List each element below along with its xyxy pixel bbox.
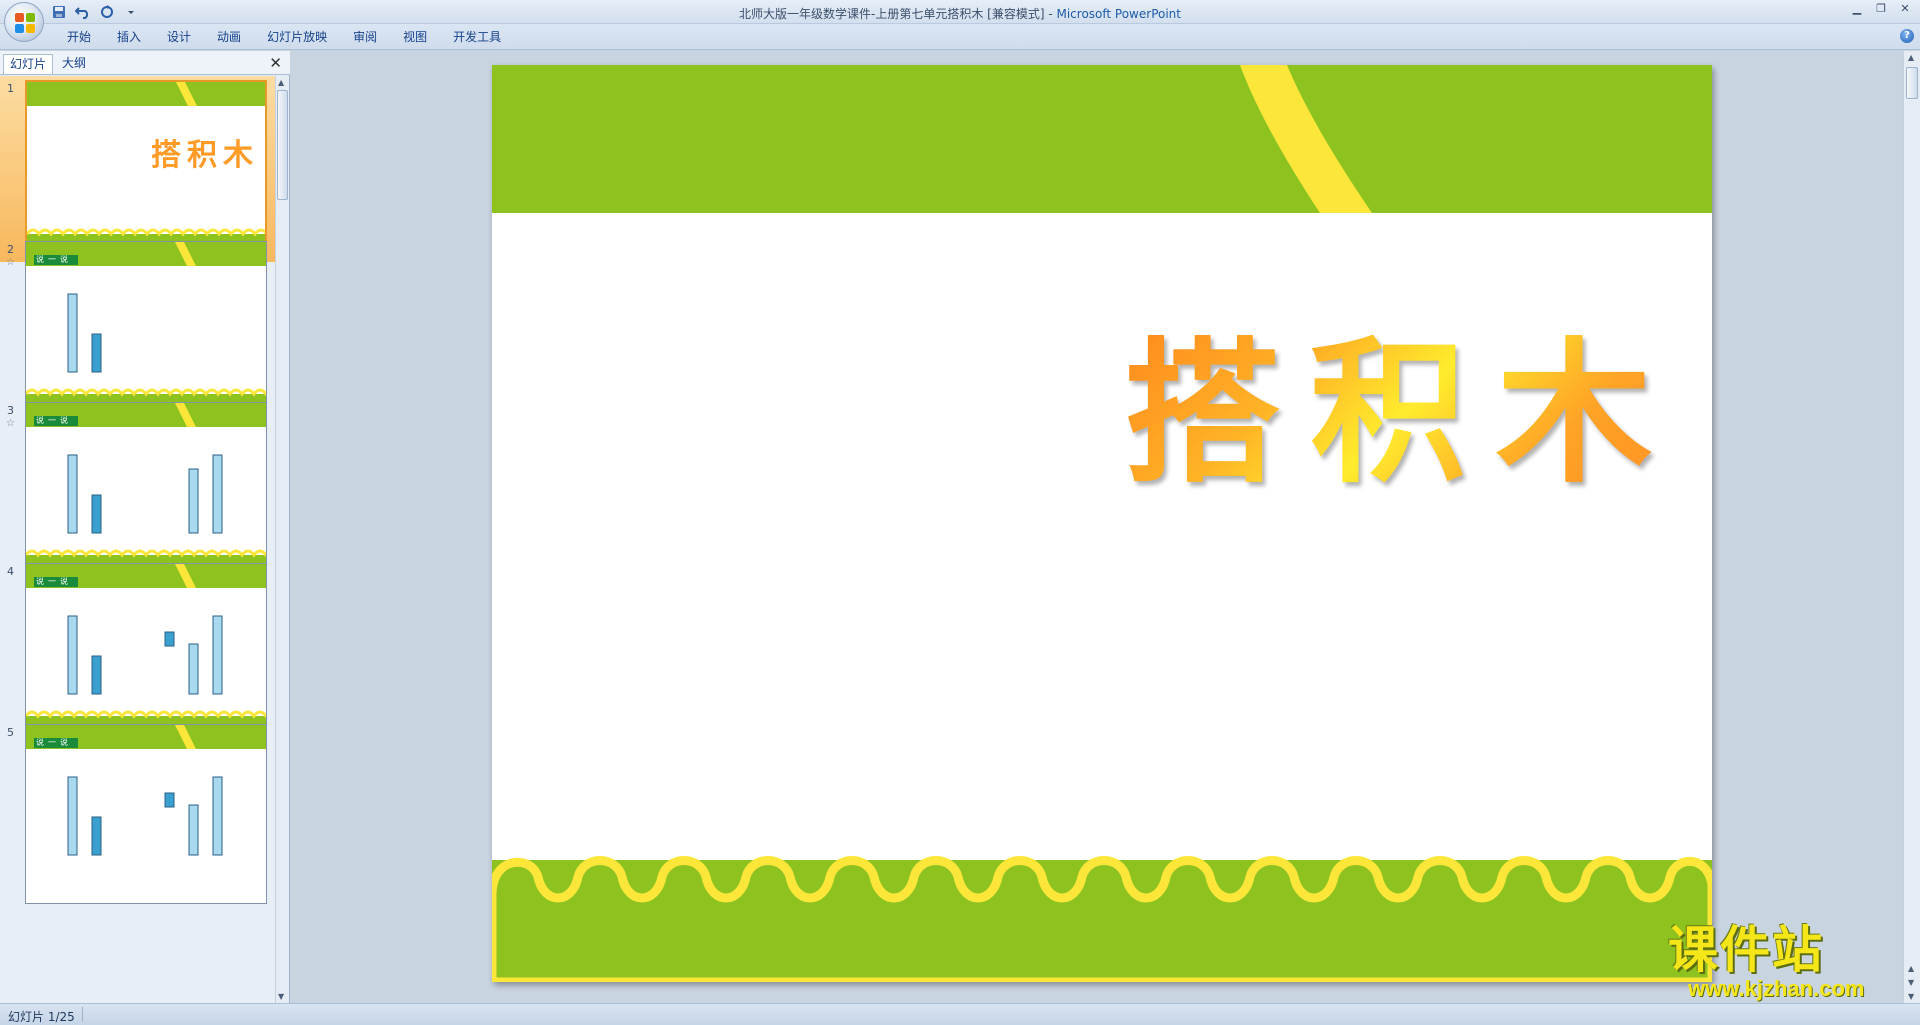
scroll-down-icon[interactable]: ▼: [278, 992, 284, 1001]
slide-thumbnail-1[interactable]: 1 搭积木: [0, 76, 276, 262]
thumbnail-preview: 说一说: [25, 241, 267, 421]
pane-tabs: 幻灯片 大纲 ✕: [0, 51, 290, 75]
thumbnail-number: 3: [7, 404, 14, 417]
thumbnail-number: 4: [7, 565, 14, 578]
watermark-logo: 课件站 www.kjzhan.com: [1668, 922, 1904, 1002]
thumbnail-preview: 说一说: [25, 724, 267, 904]
tab-animations[interactable]: 动画: [204, 29, 254, 45]
ribbon-tabs: 开始 插入 设计 动画 幻灯片放映 审阅 视图 开发工具 ?: [0, 24, 1920, 50]
thumbnail-number: 1: [7, 82, 14, 95]
scroll-up-icon[interactable]: ▲: [278, 78, 284, 87]
office-button[interactable]: [4, 2, 44, 42]
office-logo-icon: [15, 13, 35, 33]
thumbnail-list: 1 搭积木 2 ☆ 说一说 3 ☆ 说一说 4 说一说 5 说一说: [0, 76, 276, 1003]
slide-background: [492, 65, 1712, 982]
current-slide[interactable]: 搭积木: [492, 65, 1712, 982]
editor-scrollbar[interactable]: ▲ ▲ ▼ ▼: [1903, 51, 1920, 1003]
thumbnail-preview: 说一说: [25, 402, 267, 582]
slide-thumbnail-3[interactable]: 3 ☆ 说一说: [0, 398, 276, 584]
thumbnail-number: 2: [7, 243, 14, 256]
next-slide-icon[interactable]: ▼: [1908, 978, 1914, 987]
tab-home[interactable]: 开始: [54, 29, 104, 45]
help-icon[interactable]: ?: [1900, 29, 1914, 43]
animation-star-icon: ☆: [6, 418, 15, 429]
tab-slides[interactable]: 幻灯片: [3, 54, 54, 74]
thumbnail-preview: 搭积木: [25, 80, 267, 260]
slides-pane: 幻灯片 大纲 ✕ 1 搭积木 2 ☆ 说一说 3 ☆ 说一说 4 说一说 5 说…: [0, 51, 290, 1003]
thumbnail-number: 5: [7, 726, 14, 739]
thumbnail-label: 说一说: [36, 738, 72, 747]
slide-thumbnail-5[interactable]: 5 说一说: [0, 720, 276, 906]
window-controls: ▁ ❐ ✕: [1846, 2, 1916, 18]
tab-developer[interactable]: 开发工具: [440, 29, 514, 45]
thumbnail-label: 说一说: [36, 577, 72, 586]
status-divider: [82, 1007, 83, 1022]
title-separator: -: [1044, 7, 1057, 21]
prev-slide-icon[interactable]: ▲: [1908, 964, 1914, 973]
tab-review[interactable]: 审阅: [340, 29, 390, 45]
slide-counter: 幻灯片 1/25: [8, 1010, 75, 1024]
thumbnail-title: 搭积木: [151, 138, 259, 173]
thumbnail-scrollbar[interactable]: ▲ ▼: [275, 76, 289, 1003]
slide-thumbnail-2[interactable]: 2 ☆ 说一说: [0, 237, 276, 423]
tab-insert[interactable]: 插入: [104, 29, 154, 45]
tab-slideshow[interactable]: 幻灯片放映: [254, 29, 340, 45]
scroll-up-icon[interactable]: ▲: [1908, 53, 1914, 62]
window-title: 北师大版一年级数学课件-上册第七单元搭积木 [兼容模式] - Microsoft…: [0, 5, 1920, 22]
scroll-down-icon[interactable]: ▼: [1908, 992, 1914, 1001]
slide-thumbnail-4[interactable]: 4 说一说: [0, 559, 276, 745]
status-bar: 幻灯片 1/25: [0, 1003, 1920, 1025]
restore-icon[interactable]: ❐: [1870, 2, 1892, 18]
pane-close-icon[interactable]: ✕: [269, 54, 282, 72]
watermark-text: 课件站: [1668, 920, 1824, 979]
thumbnail-preview: 说一说: [25, 563, 267, 743]
tab-design[interactable]: 设计: [154, 29, 204, 45]
title-bar: 北师大版一年级数学课件-上册第七单元搭积木 [兼容模式] - Microsoft…: [0, 0, 1920, 24]
animation-star-icon: ☆: [6, 257, 15, 268]
scroll-thumb[interactable]: [277, 90, 288, 200]
tab-view[interactable]: 视图: [390, 29, 440, 45]
app-name: Microsoft PowerPoint: [1056, 7, 1181, 21]
scroll-thumb[interactable]: [1906, 67, 1918, 99]
minimize-icon[interactable]: ▁: [1846, 2, 1868, 18]
thumbnail-label: 说一说: [36, 255, 72, 264]
watermark-url: www.kjzhan.com: [1688, 976, 1865, 1001]
thumbnail-label: 说一说: [36, 416, 72, 425]
close-window-icon[interactable]: ✕: [1894, 2, 1916, 18]
slide-title[interactable]: 搭积木: [1124, 335, 1682, 491]
tab-outline[interactable]: 大纲: [56, 54, 92, 74]
document-title: 北师大版一年级数学课件-上册第七单元搭积木 [兼容模式]: [739, 7, 1045, 21]
slide-editor: 搭积木: [291, 51, 1903, 1003]
